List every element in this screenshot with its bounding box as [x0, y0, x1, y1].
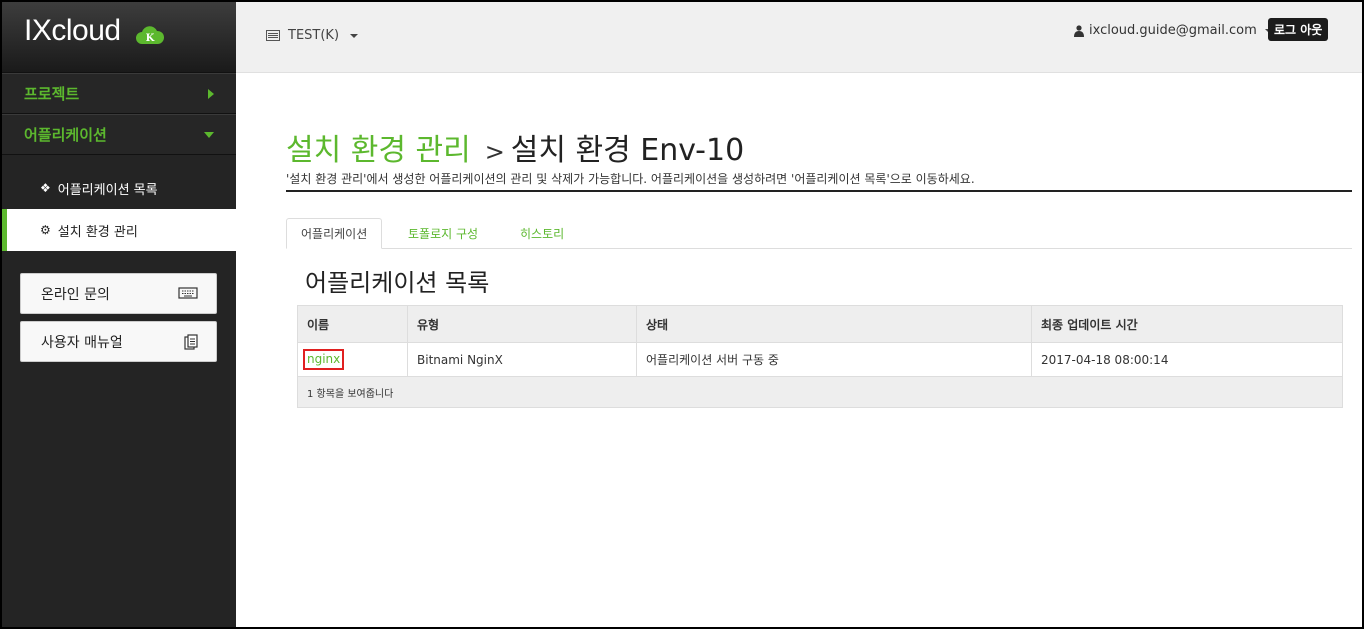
- table-info: 1 항목을 보여줍니다: [297, 376, 1343, 408]
- cloud-badge: K: [146, 33, 155, 44]
- application-table: 이름 유형 상태 최종 업데이트 시간 nginx Bitnami NginX …: [297, 305, 1343, 408]
- tab-bar: 어플리케이션 토폴로지 구성 히스토리: [286, 218, 1352, 249]
- table-row: nginx Bitnami NginX 어플리케이션 서버 구동 중 2017-…: [297, 342, 1343, 377]
- nav-application-label: 어플리케이션: [24, 126, 107, 144]
- online-inquiry-label: 온라인 문의: [41, 286, 110, 303]
- logout-button[interactable]: 로그 아웃: [1268, 18, 1329, 41]
- nav-application[interactable]: 어플리케이션: [2, 114, 236, 155]
- column-header-status[interactable]: 상태: [636, 305, 1032, 343]
- online-inquiry-button[interactable]: 온라인 문의: [20, 273, 217, 314]
- cell-status: 어플리케이션 서버 구동 중: [636, 342, 1032, 377]
- sidebar: IXcloud K 프로젝트 어플리케이션 ❖ 어플리케이션 목록 ⚙ 설치 환…: [2, 2, 236, 627]
- breadcrumb-separator: >: [484, 138, 505, 166]
- sidebar-item-app-list[interactable]: ❖ 어플리케이션 목록: [2, 167, 236, 209]
- column-header-updated[interactable]: 최종 업데이트 시간: [1031, 305, 1343, 343]
- title-divider: [286, 190, 1352, 192]
- cubes-icon: ❖: [40, 181, 51, 195]
- sidebar-item-label: 어플리케이션 목록: [57, 182, 158, 198]
- user-manual-label: 사용자 매뉴얼: [41, 334, 123, 351]
- column-header-name[interactable]: 이름: [297, 305, 408, 343]
- nav-project-label: 프로젝트: [24, 85, 80, 103]
- caret-down-icon: [350, 33, 359, 38]
- brand-logo[interactable]: IXcloud K: [2, 2, 236, 73]
- user-icon: [1074, 24, 1084, 37]
- copy-icon: [184, 334, 198, 350]
- chevron-right-icon: [208, 88, 214, 99]
- app-window: IXcloud K 프로젝트 어플리케이션 ❖ 어플리케이션 목록 ⚙ 설치 환…: [2, 2, 1362, 627]
- app-name-link[interactable]: nginx: [303, 349, 345, 370]
- project-list-icon: [266, 30, 280, 41]
- brand-name: IXcloud: [24, 14, 121, 47]
- user-email: ixcloud.guide@gmail.com: [1089, 23, 1257, 38]
- page-title: 설치 환경 관리 > 설치 환경 Env-10: [286, 125, 744, 169]
- breadcrumb-current: 설치 환경 Env-10: [510, 133, 745, 168]
- user-manual-button[interactable]: 사용자 매뉴얼: [20, 321, 217, 362]
- cloud-icon: K: [136, 26, 164, 44]
- main-content: 설치 환경 관리 > 설치 환경 Env-10 '설치 환경 관리'에서 생성한 어…: [236, 73, 1362, 627]
- page-description: '설치 환경 관리'에서 생성한 어플리케이션의 관리 및 삭제가 가능합니다.…: [286, 172, 975, 186]
- sidebar-item-label: 설치 환경 관리: [57, 224, 138, 240]
- cell-name: nginx: [297, 342, 408, 377]
- tab-topology[interactable]: 토폴로지 구성: [394, 218, 492, 249]
- project-selector-label: TEST(K): [288, 28, 340, 43]
- breadcrumb-link[interactable]: 설치 환경 관리: [286, 133, 471, 168]
- chevron-down-icon: [204, 131, 214, 138]
- user-menu[interactable]: ixcloud.guide@gmail.com: [1074, 23, 1273, 38]
- gears-icon: ⚙: [40, 223, 51, 237]
- table-footer-row: 1 항목을 보여줍니다: [297, 376, 1343, 408]
- sidebar-item-env-manage[interactable]: ⚙ 설치 환경 관리: [2, 209, 236, 251]
- nav-project[interactable]: 프로젝트: [2, 73, 236, 114]
- project-selector[interactable]: TEST(K): [266, 28, 359, 43]
- tab-history[interactable]: 히스토리: [506, 218, 578, 249]
- table-header-row: 이름 유형 상태 최종 업데이트 시간: [297, 305, 1343, 343]
- section-title: 어플리케이션 목록: [305, 269, 490, 297]
- tab-application[interactable]: 어플리케이션: [286, 218, 383, 249]
- cell-updated: 2017-04-18 08:00:14: [1031, 342, 1343, 377]
- top-header: TEST(K) ixcloud.guide@gmail.com 로그 아웃: [236, 2, 1362, 73]
- keyboard-icon: [178, 287, 198, 299]
- column-header-type[interactable]: 유형: [407, 305, 637, 343]
- cell-type: Bitnami NginX: [407, 342, 637, 377]
